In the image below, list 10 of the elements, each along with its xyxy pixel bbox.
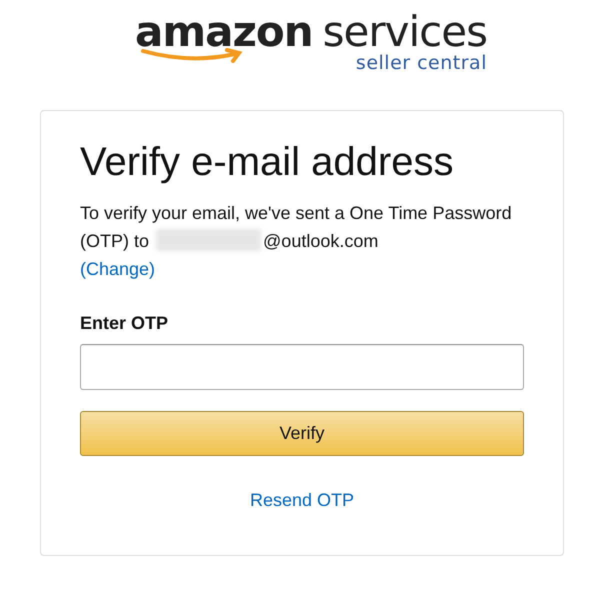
page-title: Verify e-mail address [80,139,454,186]
change-link[interactable]: (Change) [80,259,156,279]
field-label: Enter OTP [80,313,170,334]
resend-link[interactable]: Resend OTP [250,486,354,514]
logo-tagline: seller central [356,52,487,74]
otp-input-field[interactable] [80,344,524,390]
verify-button[interactable]: Verify [80,411,524,456]
logo-wordmark: services [322,10,487,54]
logo-wordmark: amazon [135,10,313,54]
info-message: To verify your email, we've sent a One Time Password (OTP) to @outlook.com [80,202,513,253]
